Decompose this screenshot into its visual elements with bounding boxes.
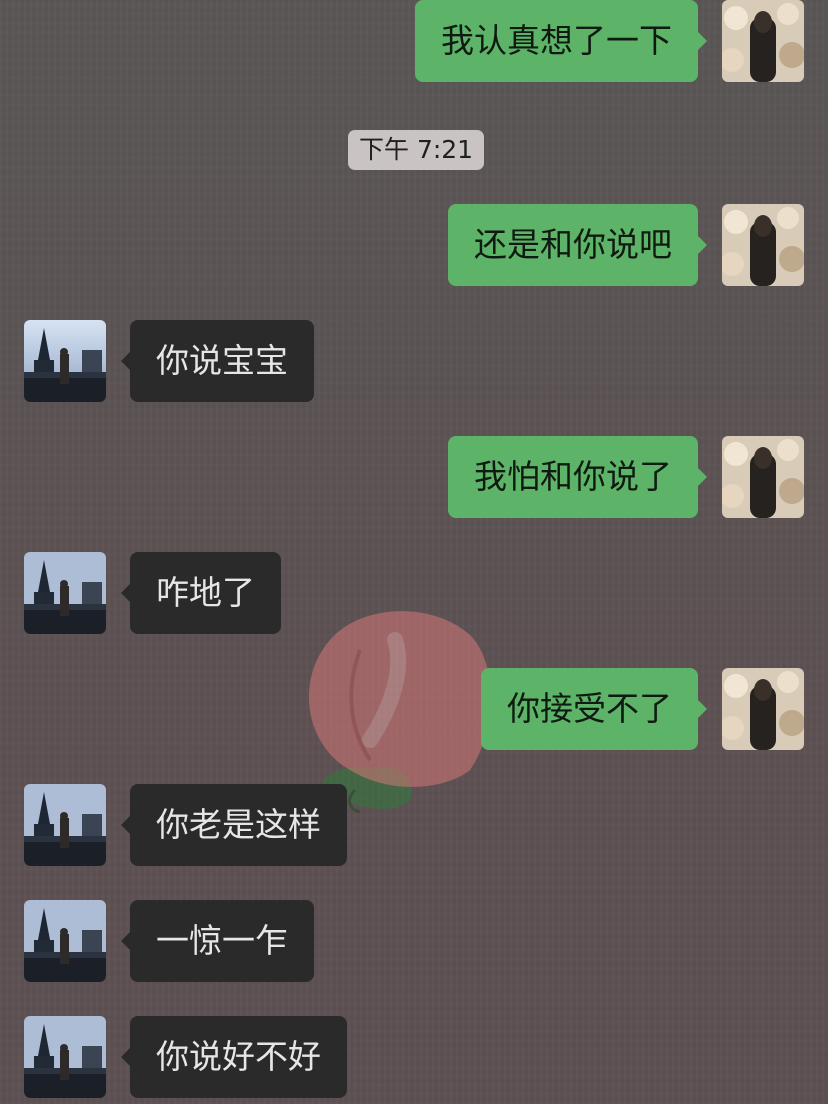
message-row: 还是和你说吧 [0,204,828,286]
contact-avatar[interactable] [24,552,106,634]
self-avatar[interactable] [722,436,804,518]
message-bubble-incoming[interactable]: 一惊一乍 [121,900,314,982]
message-row: 你说好不好 [0,1016,828,1098]
timestamp-badge: 下午 7:21 [348,130,485,170]
message-bubble-incoming[interactable]: 你老是这样 [121,784,347,866]
contact-avatar[interactable] [24,320,106,402]
self-avatar[interactable] [722,668,804,750]
message-row: 我怕和你说了 [0,436,828,518]
message-row: 我认真想了一下 [0,0,828,82]
message-bubble-outgoing[interactable]: 我认真想了一下 [415,0,707,82]
message-bubble-incoming[interactable]: 你说宝宝 [121,320,314,402]
message-row: 咋地了 [0,552,828,634]
message-text: 你老是这样 [156,805,321,844]
message-text: 还是和你说吧 [474,225,672,264]
message-text: 我认真想了一下 [441,21,672,60]
self-avatar[interactable] [722,0,804,82]
self-avatar[interactable] [722,204,804,286]
contact-avatar[interactable] [24,784,106,866]
message-bubble-incoming[interactable]: 你说好不好 [121,1016,347,1098]
message-text: 你说好不好 [156,1037,321,1076]
message-row: 你接受不了 [0,668,828,750]
message-text: 咋地了 [156,573,255,612]
message-bubble-outgoing[interactable]: 我怕和你说了 [448,436,707,518]
message-text: 一惊一乍 [156,921,288,960]
message-text: 我怕和你说了 [474,457,672,496]
message-text: 你接受不了 [507,689,672,728]
contact-avatar[interactable] [24,1016,106,1098]
message-row: 你说宝宝 [0,320,828,402]
message-bubble-incoming[interactable]: 咋地了 [121,552,281,634]
contact-avatar[interactable] [24,900,106,982]
message-text: 你说宝宝 [156,341,288,380]
message-bubble-outgoing[interactable]: 你接受不了 [481,668,707,750]
message-bubble-outgoing[interactable]: 还是和你说吧 [448,204,707,286]
message-row: 一惊一乍 [0,900,828,982]
message-row: 你老是这样 [0,784,828,866]
